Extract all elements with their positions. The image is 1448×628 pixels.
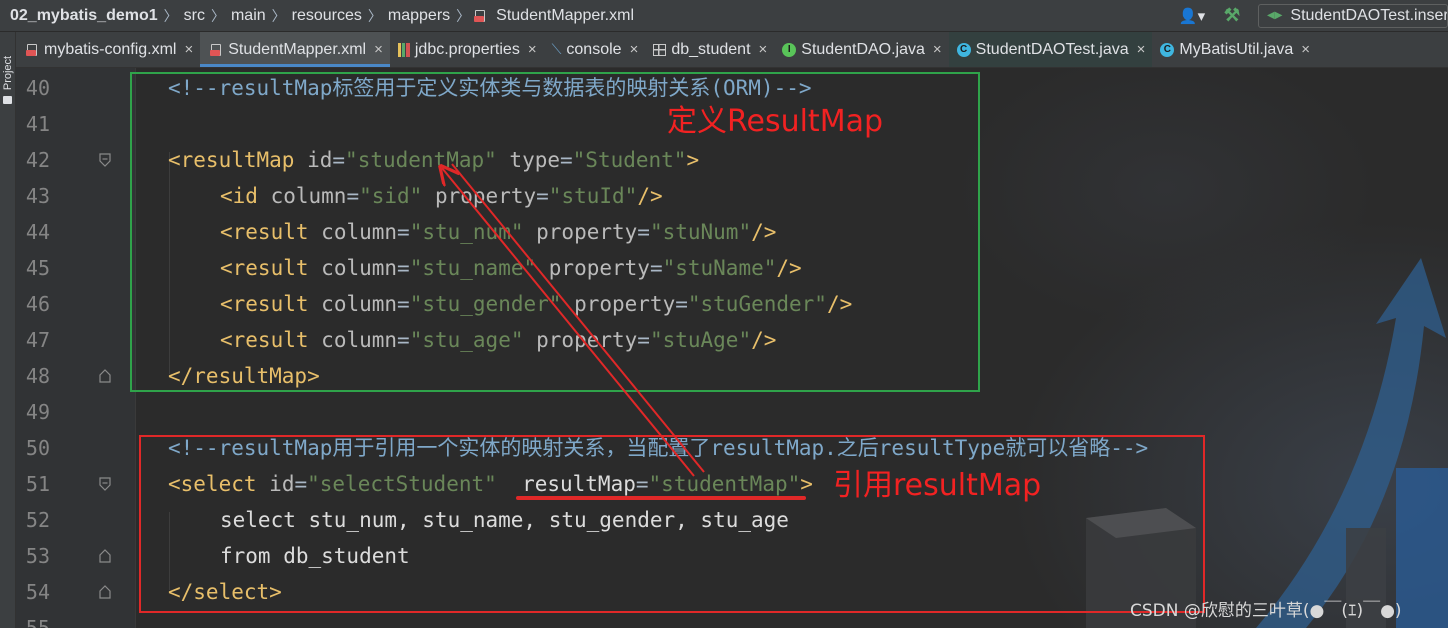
user-dropdown-icon[interactable]: 👤▾ — [1172, 7, 1212, 25]
breadcrumb-main[interactable]: main — [227, 7, 270, 25]
breadcrumb: 02_mybatis_demo1 〉 src 〉 main 〉 resource… — [0, 6, 638, 26]
build-hammer-icon[interactable]: ⚒ — [1212, 5, 1252, 26]
breadcrumb-mappers[interactable]: mappers — [384, 7, 454, 25]
close-icon[interactable]: × — [759, 41, 768, 58]
tab-student-dao-test[interactable]: C StudentDAOTest.java × — [948, 32, 1153, 67]
tab-label: console — [566, 40, 622, 58]
console-icon: ⟍ — [551, 41, 562, 57]
breadcrumb-separator-icon: 〉 — [367, 7, 382, 24]
close-icon[interactable]: × — [184, 41, 193, 58]
tab-label: mybatis-config.xml — [44, 40, 177, 58]
xml-file-icon — [474, 9, 488, 23]
close-icon[interactable]: × — [374, 41, 383, 58]
folder-icon — [3, 96, 12, 104]
class-icon: C — [1160, 42, 1175, 57]
tab-student-mapper[interactable]: StudentMapper.xml × — [200, 32, 390, 67]
project-tab-label: Project — [2, 55, 14, 91]
tab-mybatis-config[interactable]: mybatis-config.xml × — [16, 32, 200, 67]
breadcrumb-file[interactable]: StudentMapper.xml — [492, 7, 638, 25]
class-icon: C — [956, 42, 971, 57]
reference-arrow-icon — [16, 68, 705, 477]
left-tool-strip: Project — [0, 32, 16, 628]
breadcrumb-separator-icon: 〉 — [210, 7, 225, 24]
navigation-bar: 02_mybatis_demo1 〉 src 〉 main 〉 resource… — [0, 0, 1448, 32]
close-icon[interactable]: × — [1301, 41, 1310, 58]
breadcrumb-separator-icon: 〉 — [163, 7, 178, 24]
tab-label: StudentMapper.xml — [228, 40, 367, 58]
breadcrumb-src[interactable]: src — [180, 7, 209, 25]
define-resultmap-annotation: 定义ResultMap — [667, 104, 884, 139]
reference-resultmap-annotation: 引用resultMap — [833, 468, 1042, 503]
toolbar-right: 👤▾ ⚒ ◀▶ StudentDAOTest.insert — [1172, 0, 1448, 31]
table-icon — [653, 43, 667, 56]
breadcrumb-separator-icon: 〉 — [271, 7, 286, 24]
xml-file-icon — [210, 43, 224, 57]
close-icon[interactable]: × — [528, 41, 537, 58]
run-configuration-selector[interactable]: ◀▶ StudentDAOTest.insert — [1258, 3, 1448, 28]
breadcrumb-project[interactable]: 02_mybatis_demo1 — [6, 7, 162, 25]
tab-student-dao[interactable]: I StudentDAO.java × — [774, 32, 948, 67]
editor-tabs: mybatis-config.xml × StudentMapper.xml ×… — [16, 32, 1448, 68]
tab-label: MyBatisUtil.java — [1179, 40, 1294, 58]
tab-label: db_student — [671, 40, 751, 58]
close-icon[interactable]: × — [933, 41, 942, 58]
tab-label: StudentDAO.java — [801, 40, 925, 58]
tab-label: jdbc.properties — [414, 40, 520, 58]
breadcrumb-resources[interactable]: resources — [288, 7, 366, 25]
close-icon[interactable]: × — [1137, 41, 1146, 58]
csdn-watermark: CSDN @欣慰的三叶草(●￣(ｴ)￣●) — [1130, 601, 1402, 621]
tab-label: StudentDAOTest.java — [975, 40, 1129, 58]
tab-console[interactable]: ⟍ console × — [544, 32, 646, 67]
interface-icon: I — [782, 42, 797, 57]
xml-file-icon — [26, 43, 40, 57]
tab-jdbc-properties[interactable]: jdbc.properties × — [390, 32, 544, 67]
run-config-icon: ◀▶ — [1267, 10, 1283, 21]
code-editor[interactable]: 40 <!--resultMap标签用于定义实体类与数据表的映射关系(ORM)-… — [16, 68, 1448, 628]
close-icon[interactable]: × — [630, 41, 639, 58]
tab-db-student[interactable]: db_student × — [645, 32, 774, 67]
tab-mybatis-util[interactable]: C MyBatisUtil.java × — [1152, 32, 1317, 67]
properties-file-icon — [397, 42, 410, 57]
run-config-label: StudentDAOTest.insert — [1290, 6, 1448, 24]
breadcrumb-separator-icon: 〉 — [456, 7, 471, 24]
